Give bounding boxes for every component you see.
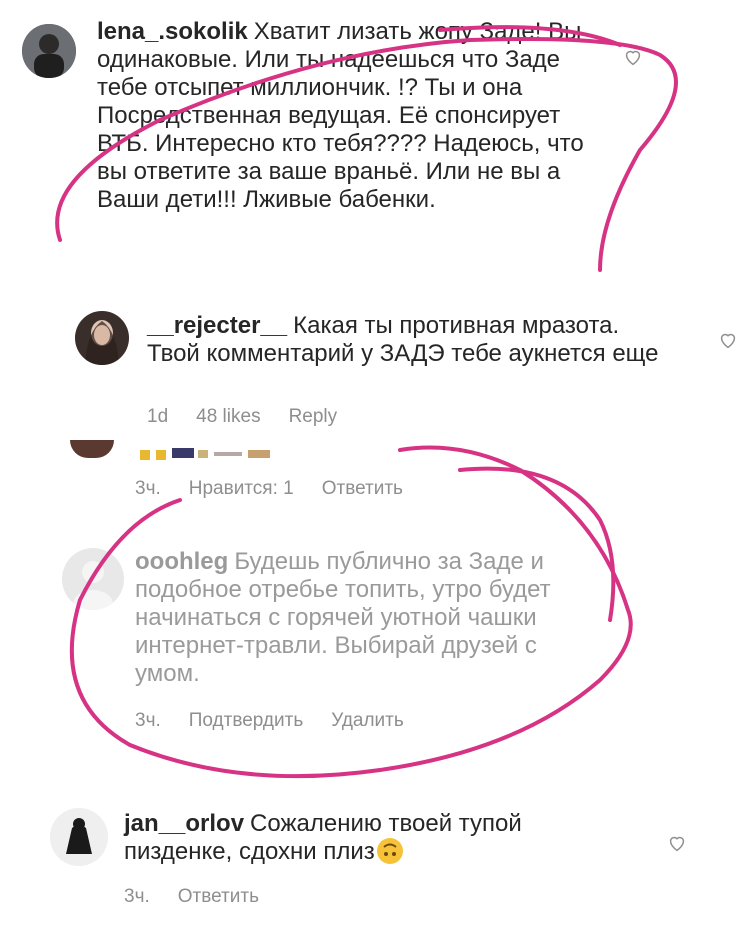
avatar-placeholder[interactable] bbox=[62, 548, 124, 610]
comment-meta: 3ч. Подтвердить Удалить bbox=[135, 710, 432, 732]
comment-time: 3ч. bbox=[135, 478, 161, 499]
avatar-photo bbox=[22, 24, 76, 78]
username[interactable]: __rejecter__ bbox=[147, 312, 287, 339]
comment-rejecter: __rejecter__ Какая ты противная мразота. … bbox=[0, 275, 750, 435]
comment-ooohleg: ooohleg Будешь публично за Заде и подобно… bbox=[0, 540, 750, 740]
avatar[interactable] bbox=[75, 311, 129, 365]
reply-button[interactable]: Ответить bbox=[178, 886, 259, 907]
upside-down-face-emoji-icon bbox=[376, 838, 403, 864]
comment-text: lena_.sokolik Хватит лизать жопу Заде! Вы… bbox=[97, 18, 587, 214]
heart-icon[interactable] bbox=[666, 832, 688, 854]
like-count[interactable]: Нравится: 1 bbox=[189, 478, 294, 499]
default-avatar-icon bbox=[73, 561, 113, 610]
comment-time: 3ч. bbox=[135, 710, 161, 731]
comment-meta: 3ч. Нравится: 1 Ответить bbox=[135, 478, 431, 500]
comment-text: ooohleg Будешь публично за Заде и подобно… bbox=[135, 548, 605, 688]
comment-time: 1d bbox=[147, 406, 169, 427]
heart-icon[interactable] bbox=[622, 46, 644, 68]
like-count[interactable]: 48 likes bbox=[196, 406, 260, 427]
comment-text: jan__orlov Сожалению твоей тупой пизденке… bbox=[124, 810, 594, 866]
confirm-button[interactable]: Подтвердить bbox=[189, 710, 303, 731]
comment-time: 3ч. bbox=[124, 886, 150, 907]
comment-partial: 3ч. Нравится: 1 Ответить bbox=[0, 440, 750, 510]
username[interactable]: jan__orlov bbox=[124, 810, 244, 837]
reply-button[interactable]: Ответить bbox=[322, 478, 403, 499]
comment-text: __rejecter__ Какая ты противная мразота. … bbox=[147, 312, 667, 368]
username[interactable]: lena_.sokolik bbox=[97, 18, 248, 45]
reply-button[interactable]: Reply bbox=[289, 406, 338, 427]
heart-icon[interactable] bbox=[717, 329, 739, 351]
comment-jan: jan__orlov Сожалению твоей тупой пизденке… bbox=[0, 790, 750, 938]
delete-button[interactable]: Удалить bbox=[331, 710, 404, 731]
avatar-partial bbox=[70, 440, 114, 458]
username[interactable]: ooohleg bbox=[135, 548, 228, 575]
emoji-row bbox=[140, 448, 280, 462]
comment-meta: 1d 48 likes Reply bbox=[147, 406, 365, 428]
comment-meta: 3ч. Ответить bbox=[124, 886, 287, 908]
comment-body: Хватит лизать жопу Заде! Вы одинаковые. … bbox=[97, 18, 584, 213]
avatar[interactable] bbox=[50, 808, 108, 866]
avatar-photo bbox=[75, 311, 129, 365]
comment-lena: lena_.sokolik Хватит лизать жопу Заде! Вы… bbox=[0, 0, 750, 275]
avatar[interactable] bbox=[22, 24, 76, 78]
avatar-photo bbox=[50, 808, 108, 866]
